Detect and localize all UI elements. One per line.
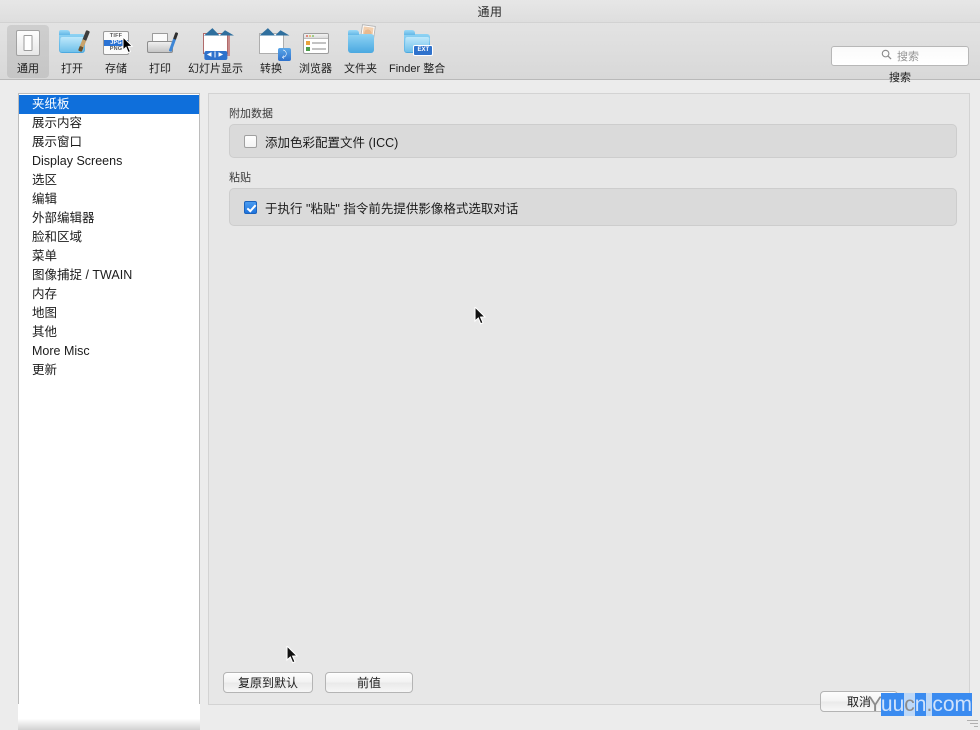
sidebar-item-label: 展示内容 (32, 116, 83, 130)
sidebar-item-clipboard[interactable]: 夹纸板 (19, 95, 199, 114)
sidebar-item-memory[interactable]: 内存 (19, 285, 199, 304)
watermark-part: com (932, 693, 972, 716)
open-folder-brush-icon (56, 28, 90, 58)
toolbar-label-finder-integration: Finder 整合 (389, 63, 446, 75)
toolbar-label-general: 通用 (17, 63, 39, 75)
toolbar-label-save: 存储 (105, 63, 127, 75)
toolbar-item-finder-integration[interactable]: EXT Finder 整合 (384, 25, 450, 78)
checkbox-add-icc-profile[interactable] (244, 134, 257, 148)
sidebar-item-other[interactable]: 其他 (19, 323, 199, 342)
toolbar-label-folder: 文件夹 (344, 63, 377, 75)
sidebar-item-label: 展示窗口 (32, 135, 83, 149)
watermark-part: n (914, 693, 927, 716)
mouse-cursor-icon (122, 35, 134, 59)
toolbar-items: 通用 打开 TIFF JPG PNG 存储 打印 ◀❙▶ 幻灯片显示 ⤸ 转换 … (6, 23, 451, 78)
sidebar-item-edit[interactable]: 编辑 (19, 190, 199, 209)
sidebar-item-label: 内存 (32, 287, 58, 301)
toolbar-item-general[interactable]: 通用 (7, 25, 49, 78)
sidebar-item-image-capture-twain[interactable]: 图像捕捉 / TWAIN (19, 266, 199, 285)
checkbox-label-add-icc-profile: 添加色彩配置文件 (ICC) (265, 135, 399, 150)
window-title: 通用 (477, 4, 503, 19)
slideshow-badge-icon: ◀❙▶ (203, 51, 228, 60)
checkbox-row-paste-dialog[interactable]: 于执行 "粘贴" 指令前先提供影像格式选取对话 (244, 198, 518, 217)
sidebar-item-label: 菜单 (32, 249, 58, 263)
toolbar-label-open: 打开 (61, 63, 83, 75)
sidebar-item-label: 脸和区域 (32, 230, 83, 244)
checkbox-label-paste-format-dialog: 于执行 "粘贴" 指令前先提供影像格式选取对话 (265, 201, 519, 216)
toolbar: 通用 打开 TIFF JPG PNG 存储 打印 ◀❙▶ 幻灯片显示 ⤸ 转换 … (0, 23, 980, 84)
search-input[interactable]: 搜索 (831, 46, 969, 66)
toolbar-item-save[interactable]: TIFF JPG PNG 存储 (95, 25, 137, 78)
slideshow-photo-icon: ◀❙▶ (200, 28, 232, 60)
sidebar-item-label: 选区 (32, 173, 58, 187)
toolbar-item-print[interactable]: 打印 (139, 25, 181, 78)
preferences-window: 通用 通用 打开 TIFF JPG PNG 存储 打印 ◀❙▶ 幻灯片显示 ⤸ … (0, 0, 980, 730)
watermark-part: Y (868, 693, 881, 716)
group-label-extra-data: 附加数据 (229, 108, 273, 120)
sidebar-item-label: 更新 (32, 363, 58, 377)
mouse-cursor-icon (474, 305, 487, 325)
sidebar-item-display-window[interactable]: 展示窗口 (19, 133, 199, 152)
browser-window-icon (300, 28, 332, 58)
sidebar-item-map[interactable]: 地图 (19, 304, 199, 323)
sidebar-item-label: 夹纸板 (32, 97, 70, 111)
folder-photo-icon (345, 24, 377, 58)
toolbar-label-browser: 浏览器 (299, 63, 332, 75)
save-fileformats-icon: TIFF JPG PNG (100, 28, 134, 59)
checkbox-paste-format-dialog[interactable] (244, 200, 257, 214)
fileformat-png: PNG (109, 46, 123, 53)
convert-photo-arrow-icon: ⤸ (255, 28, 291, 61)
toolbar-label-print: 打印 (149, 63, 171, 75)
sidebar-item-update[interactable]: 更新 (19, 361, 199, 380)
sidebar-item-display-screens[interactable]: Display Screens (19, 152, 199, 171)
group-box-extra-data: 添加色彩配置文件 (ICC) (229, 124, 957, 158)
print-printer-icon (144, 28, 179, 58)
sidebar-item-label: 编辑 (32, 192, 58, 206)
body-area: 夹纸板 展示内容 展示窗口 Display Screens 选区 编辑 外部编辑… (0, 80, 980, 730)
content-panel: 附加数据 添加色彩配置文件 (ICC) 粘贴 于执行 "粘贴" 指令前先提供影像… (208, 93, 970, 705)
mouse-cursor-icon (286, 644, 299, 664)
general-icon (12, 28, 44, 58)
toolbar-item-browser[interactable]: 浏览器 (294, 25, 337, 78)
toolbar-item-convert[interactable]: ⤸ 转换 (250, 25, 292, 78)
convert-arrow-icon: ⤸ (278, 48, 291, 61)
ext-badge: EXT (413, 45, 434, 56)
sidebar-item-label: Display Screens (32, 154, 123, 168)
sidebar-list: 夹纸板 展示内容 展示窗口 Display Screens 选区 编辑 外部编辑… (19, 94, 199, 380)
sidebar-item-more-misc[interactable]: More Misc (19, 342, 199, 361)
resize-grip-icon[interactable] (966, 716, 978, 728)
sidebar-item-label: 外部编辑器 (32, 211, 95, 225)
watermark-part: uu (880, 693, 905, 716)
toolbar-item-slideshow[interactable]: ◀❙▶ 幻灯片显示 (183, 25, 248, 78)
toolbar-label-slideshow: 幻灯片显示 (188, 63, 243, 75)
toolbar-label-convert: 转换 (260, 63, 282, 75)
toolbar-item-folder[interactable]: 文件夹 (339, 24, 382, 78)
title-bar: 通用 (0, 0, 980, 23)
checkbox-row-icc[interactable]: 添加色彩配置文件 (ICC) (244, 132, 398, 151)
sidebar-item-label: More Misc (32, 344, 90, 358)
group-box-paste: 于执行 "粘贴" 指令前先提供影像格式选取对话 (229, 188, 957, 226)
toolbar-item-open[interactable]: 打开 (51, 25, 93, 78)
sidebar-item-label: 其他 (32, 325, 58, 339)
sidebar[interactable]: 夹纸板 展示内容 展示窗口 Display Screens 选区 编辑 外部编辑… (18, 93, 200, 705)
finder-ext-folder-icon: EXT (401, 28, 434, 58)
sidebar-item-external-editor[interactable]: 外部编辑器 (19, 209, 199, 228)
search-icon (881, 47, 892, 65)
watermark: Yuucn.com (868, 693, 972, 717)
search-placeholder: 搜索 (897, 51, 919, 63)
sidebar-item-faces-and-regions[interactable]: 脸和区域 (19, 228, 199, 247)
footer: 取消 Yuucn.com (0, 686, 980, 730)
sidebar-item-selection[interactable]: 选区 (19, 171, 199, 190)
group-label-paste: 粘贴 (229, 172, 251, 184)
sidebar-item-label: 图像捕捉 / TWAIN (32, 268, 133, 282)
sidebar-item-menu[interactable]: 菜单 (19, 247, 199, 266)
sidebar-item-label: 地图 (32, 306, 58, 320)
watermark-part: c (904, 693, 915, 716)
sidebar-item-display-content[interactable]: 展示内容 (19, 114, 199, 133)
